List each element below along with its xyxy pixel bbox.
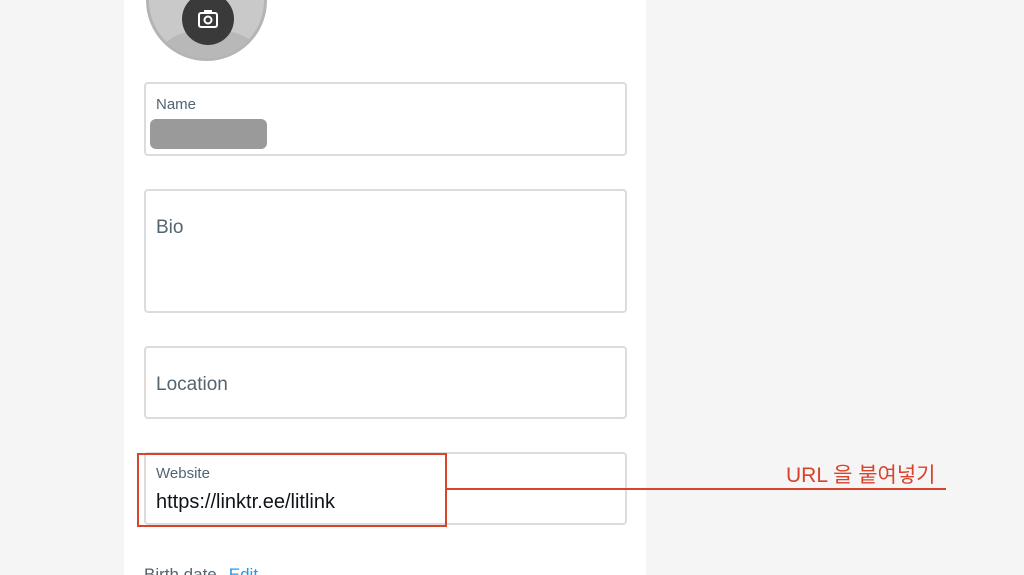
name-field[interactable]: Name — [144, 82, 627, 156]
bio-placeholder: Bio — [156, 217, 184, 238]
name-label: Name — [156, 96, 197, 113]
location-placeholder: Location — [156, 374, 228, 395]
bio-field[interactable]: Bio — [144, 189, 627, 313]
name-value-redacted — [150, 119, 267, 149]
avatar[interactable] — [146, 0, 267, 61]
birth-date-edit-link[interactable]: Edit — [229, 565, 258, 575]
location-field[interactable]: Location — [144, 346, 627, 419]
birth-date-label: Birth date — [144, 565, 217, 575]
annotation-label: URL 을 붙여넣기 — [786, 464, 936, 487]
birth-date-row: Birth date Edit — [144, 565, 258, 575]
website-highlight-box — [137, 453, 447, 527]
